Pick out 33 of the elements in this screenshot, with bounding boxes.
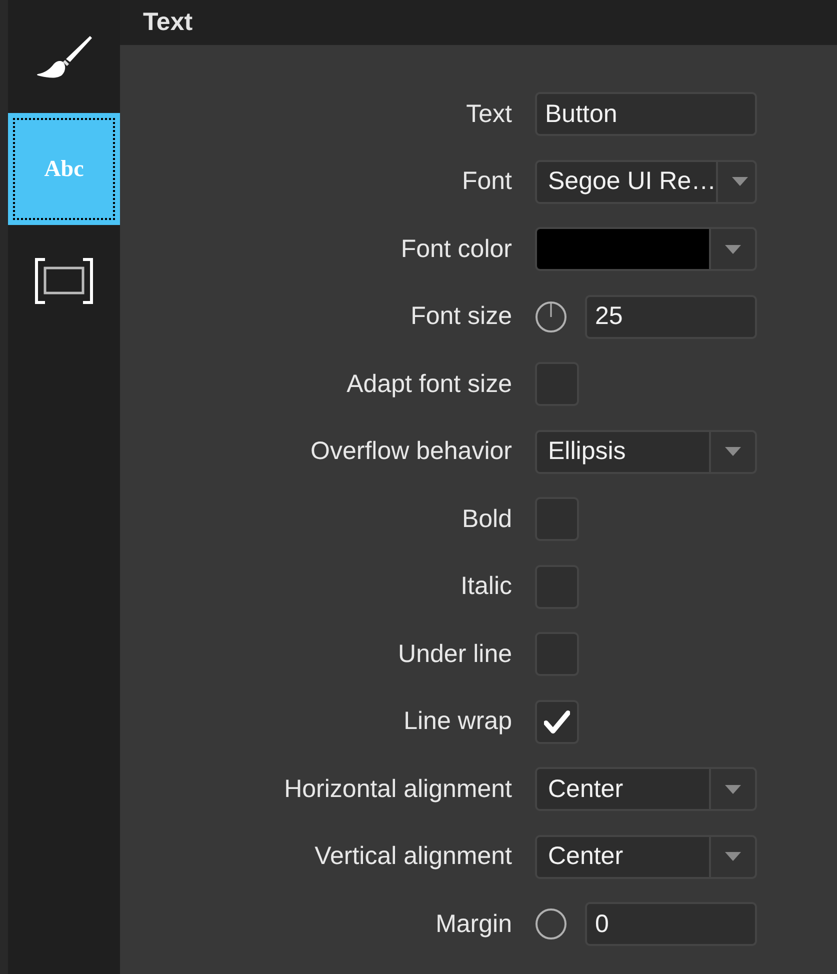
brush-icon: [36, 35, 92, 79]
caret-icon: [725, 852, 741, 861]
dropdown[interactable]: Center: [535, 767, 757, 811]
check-icon: [544, 710, 570, 734]
property-label: Italic: [460, 572, 512, 601]
property-label: Horizontal alignment: [284, 774, 512, 804]
text-field[interactable]: Button: [535, 92, 757, 136]
frame-icon: [35, 258, 93, 304]
dropdown[interactable]: Center: [535, 834, 757, 878]
caret-icon: [725, 244, 741, 254]
panel-title: Text: [143, 8, 193, 37]
dropdown[interactable]: Ellipsis: [535, 430, 757, 474]
property-label: Under line: [398, 640, 512, 668]
property-label: Font size: [410, 302, 512, 331]
property-label: Font color: [400, 234, 512, 264]
property-label: Adapt font size: [346, 370, 512, 398]
caret-icon: [725, 447, 741, 456]
caret-icon: [725, 784, 741, 794]
property-label: Bold: [462, 504, 512, 534]
number-field[interactable]: 25: [585, 294, 757, 338]
property-label: Line wrap: [404, 707, 512, 736]
property-label: Font: [462, 167, 512, 196]
dial-icon[interactable]: [535, 300, 567, 332]
dial-icon[interactable]: [535, 908, 567, 940]
caret-icon: [732, 177, 748, 186]
property-label: Margin: [436, 910, 512, 938]
dropdown[interactable]: Segoe UI Re…: [535, 160, 757, 204]
number-field[interactable]: 0: [585, 902, 757, 946]
checkbox[interactable]: [535, 700, 579, 744]
color-picker[interactable]: [535, 227, 757, 271]
property-label: Text: [466, 100, 512, 128]
property-label: Overflow behavior: [310, 437, 512, 466]
property-label: Vertical alignment: [314, 842, 512, 871]
